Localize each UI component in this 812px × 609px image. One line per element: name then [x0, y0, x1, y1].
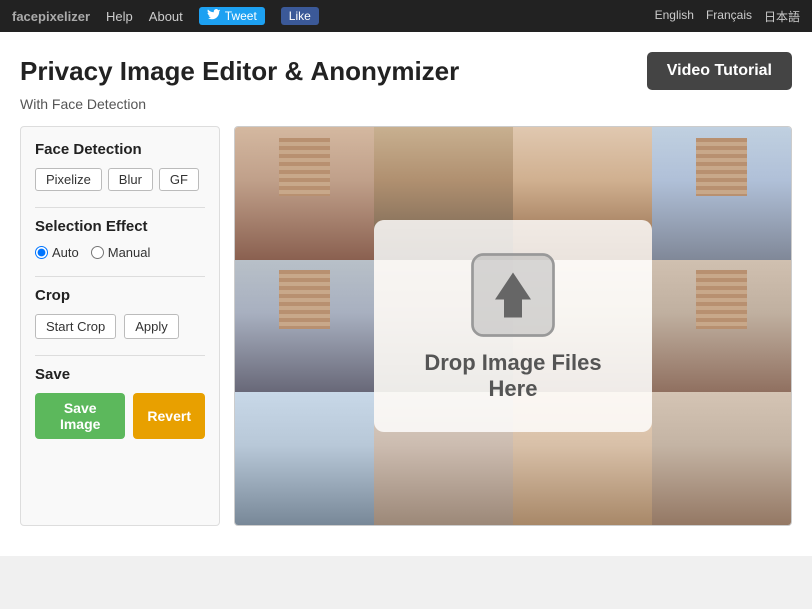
- sidebar-panel: Face Detection Pixelize Blur GF Selectio…: [20, 126, 220, 526]
- save-label: Save: [35, 366, 205, 383]
- header-row: Privacy Image Editor & Anonymizer Video …: [20, 52, 792, 90]
- save-image-button[interactable]: Save Image: [35, 393, 125, 439]
- pixelated-face-5: [279, 270, 329, 328]
- help-link[interactable]: Help: [106, 9, 133, 24]
- blur-button[interactable]: Blur: [108, 168, 153, 191]
- radio-group: Auto Manual: [35, 245, 205, 260]
- collage-cell-4: [652, 127, 791, 260]
- collage-cell-1: [235, 127, 374, 260]
- lang-french[interactable]: Français: [706, 8, 752, 25]
- crop-buttons: Start Crop Apply: [35, 314, 205, 339]
- effect-buttons: Pixelize Blur GF: [35, 168, 205, 191]
- collage-cell-8: [652, 260, 791, 393]
- collage-cell-5: [235, 260, 374, 393]
- pixelated-face-8: [696, 270, 746, 328]
- revert-button[interactable]: Revert: [133, 393, 205, 439]
- drop-text: Drop Image Files Here: [414, 350, 612, 402]
- face-detection-label: Face Detection: [35, 141, 205, 158]
- start-crop-button[interactable]: Start Crop: [35, 314, 116, 339]
- apply-button[interactable]: Apply: [124, 314, 179, 339]
- radio-auto-input[interactable]: [35, 246, 48, 259]
- video-tutorial-button[interactable]: Video Tutorial: [647, 52, 792, 90]
- body-layout: Face Detection Pixelize Blur GF Selectio…: [20, 126, 792, 546]
- language-selector: English Français 日本語: [655, 8, 800, 25]
- drop-zone-container[interactable]: Drop Image Files Here: [234, 126, 792, 526]
- collage-cell-12: [652, 392, 791, 525]
- gf-button[interactable]: GF: [159, 168, 199, 191]
- like-label: Like: [289, 9, 311, 23]
- drop-arrow-icon: [468, 250, 558, 340]
- tweet-button[interactable]: Tweet: [199, 7, 265, 25]
- pixelated-face-4: [696, 138, 746, 196]
- topnav: facepixelizer Help About Tweet Like Engl…: [0, 0, 812, 32]
- drop-overlay[interactable]: Drop Image Files Here: [374, 220, 652, 432]
- brand-logo: facepixelizer: [12, 9, 90, 24]
- about-link[interactable]: About: [149, 9, 183, 24]
- selection-effect-label: Selection Effect: [35, 218, 205, 235]
- radio-manual-label[interactable]: Manual: [91, 245, 151, 260]
- lang-english[interactable]: English: [655, 8, 694, 25]
- crop-label: Crop: [35, 287, 205, 304]
- pixelize-button[interactable]: Pixelize: [35, 168, 102, 191]
- main-content: Privacy Image Editor & Anonymizer Video …: [0, 32, 812, 556]
- pixelated-face-1: [279, 138, 329, 196]
- page-title: Privacy Image Editor & Anonymizer: [20, 56, 459, 87]
- radio-auto-text: Auto: [52, 245, 79, 260]
- like-button[interactable]: Like: [281, 7, 319, 25]
- tweet-label: Tweet: [225, 9, 257, 23]
- radio-auto-label[interactable]: Auto: [35, 245, 79, 260]
- lang-japanese[interactable]: 日本語: [764, 8, 800, 25]
- save-buttons: Save Image Revert: [35, 393, 205, 439]
- collage-cell-9: [235, 392, 374, 525]
- radio-manual-input[interactable]: [91, 246, 104, 259]
- radio-manual-text: Manual: [108, 245, 151, 260]
- divider-2: [35, 276, 205, 277]
- subtitle: With Face Detection: [20, 96, 792, 112]
- divider-3: [35, 355, 205, 356]
- divider-1: [35, 207, 205, 208]
